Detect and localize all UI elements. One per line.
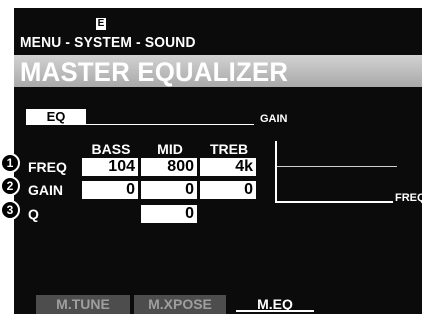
row-label-q: Q — [28, 206, 39, 222]
row-label-freq: FREQ — [28, 159, 67, 175]
q-mid-value[interactable]: 0 — [141, 205, 197, 223]
graph-x-axis — [275, 201, 393, 203]
graph-gain-label: GAIN — [260, 113, 288, 125]
freq-treb-value[interactable]: 4k — [200, 158, 256, 176]
column-header-mid: MID — [157, 141, 183, 157]
tab-m-eq[interactable]: M.EQ — [230, 295, 320, 314]
freq-bass-value[interactable]: 104 — [82, 158, 138, 176]
breadcrumb: MENU - SYSTEM - SOUND — [20, 34, 196, 51]
tab-m-tune[interactable]: M.TUNE — [36, 295, 130, 314]
callout-1-badge: 1 — [0, 153, 20, 173]
lcd-screen: E MENU - SYSTEM - SOUND MASTER EQUALIZER… — [14, 8, 422, 314]
eq-tab-label: EQ — [26, 109, 86, 125]
active-tab-underline — [236, 310, 314, 312]
callout-2-badge: 2 — [0, 176, 20, 196]
callout-3-badge: 3 — [0, 200, 20, 220]
gain-treb-value[interactable]: 0 — [200, 181, 256, 199]
mode-e-icon: E — [96, 18, 106, 30]
title-bar: MASTER EQUALIZER — [14, 55, 422, 87]
column-header-treb: TREB — [209, 141, 249, 157]
column-header-bass: BASS — [91, 141, 131, 157]
page-title: MASTER EQUALIZER — [20, 57, 289, 87]
graph-freq-label: FREQ — [395, 192, 422, 204]
row-label-gain: GAIN — [28, 182, 63, 198]
freq-mid-value[interactable]: 800 — [141, 158, 197, 176]
graph-y-axis — [275, 141, 277, 203]
eq-response-curve — [277, 166, 397, 167]
gain-mid-value[interactable]: 0 — [141, 181, 197, 199]
eq-tab-divider — [86, 124, 254, 125]
gain-bass-value[interactable]: 0 — [82, 181, 138, 199]
tab-m-xpose[interactable]: M.XPOSE — [134, 295, 226, 314]
